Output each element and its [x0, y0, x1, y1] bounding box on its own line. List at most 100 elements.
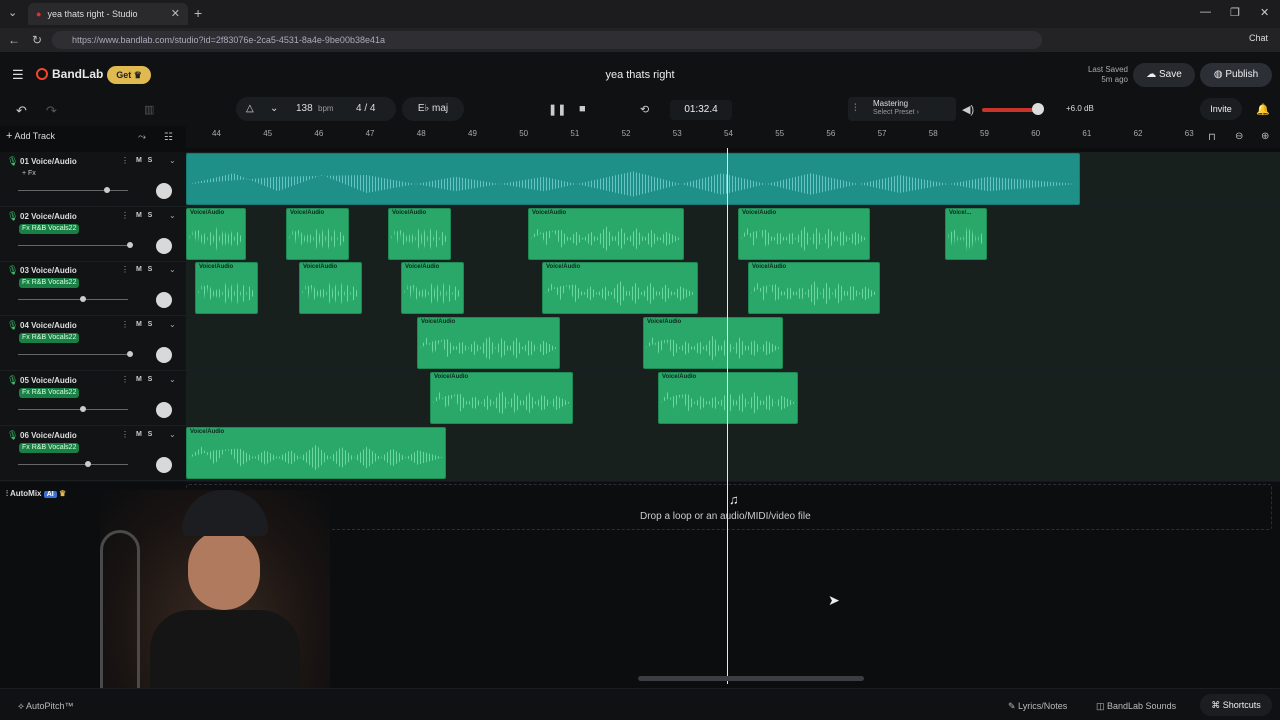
audio-clip[interactable]: Voice/Audio: [738, 207, 870, 260]
audio-clip[interactable]: Voice/Audio: [748, 262, 880, 315]
browser-tab[interactable]: ● yea thats right - Studio ✕: [28, 3, 188, 25]
mute-solo[interactable]: M S: [136, 157, 152, 164]
track-lane[interactable]: Voice/Audio: [186, 425, 1280, 481]
lyrics-notes-button[interactable]: ✎ Lyrics/Notes: [1008, 701, 1067, 712]
track-lane[interactable]: Voice/Audio Voice/Audio Voice/Audio Voice/A…: [186, 206, 1280, 262]
track-volume-knob[interactable]: [80, 296, 86, 303]
url-field[interactable]: https://www.bandlab.com/studio?id=2f8307…: [52, 31, 1042, 49]
key-selector[interactable]: E♭ maj: [402, 97, 464, 121]
tools-icon[interactable]: ⤳: [138, 132, 146, 143]
track-volume-fader[interactable]: [18, 354, 128, 356]
bandlab-logo[interactable]: BandLab: [36, 67, 103, 81]
track-volume-fader[interactable]: [18, 463, 128, 465]
track-expand-icon[interactable]: ⌄: [169, 375, 176, 384]
mute-solo[interactable]: M S: [136, 212, 152, 219]
mute-solo[interactable]: M S: [136, 321, 152, 328]
bandlab-sounds-button[interactable]: ◫ BandLab Sounds: [1096, 701, 1176, 712]
track-volume-fader[interactable]: [18, 244, 128, 246]
snap-icon[interactable]: ⊓: [1208, 132, 1216, 143]
audio-clip[interactable]: Voice/...: [945, 207, 987, 260]
audio-clip[interactable]: Voice/Audio: [528, 207, 684, 260]
audio-clip[interactable]: Voice/Audio: [286, 207, 349, 260]
bell-icon[interactable]: 🔔: [1256, 103, 1270, 116]
zoom-out-icon[interactable]: ⊖: [1235, 131, 1243, 142]
track-pan-knob[interactable]: [156, 292, 172, 309]
track-menu-icon[interactable]: ⋮: [121, 211, 129, 220]
shortcuts-button[interactable]: ⌘ Shortcuts: [1200, 694, 1272, 716]
track-volume-fader[interactable]: [18, 299, 128, 301]
close-tab-icon[interactable]: ✕: [171, 7, 180, 20]
track-volume-knob[interactable]: [127, 351, 133, 358]
track-menu-icon[interactable]: ⋮: [121, 265, 129, 274]
track-name[interactable]: 01 Voice/Audio: [20, 157, 77, 166]
back-icon[interactable]: ←: [8, 33, 20, 47]
timeline-ruler[interactable]: 44 45 46 47 48 49 50 51 52 53 54 55 56 57 58 59 60 61 62 63: [186, 126, 1280, 148]
mastering-button[interactable]: ⫶ Mastering Select Preset ›: [848, 97, 956, 121]
track-lanes[interactable]: Voice/Audio Voice/Audio Voice/Audio Voice/A…: [186, 152, 1280, 482]
track-volume-knob[interactable]: [127, 241, 133, 248]
record-arm-icon[interactable]: 🎙: [7, 265, 18, 276]
mixer-icon[interactable]: ▥: [144, 103, 154, 116]
speaker-icon[interactable]: ◀): [962, 103, 974, 116]
redo-icon[interactable]: ↷: [46, 103, 57, 119]
add-track-button[interactable]: + Add Track: [6, 130, 78, 148]
audio-clip[interactable]: [186, 153, 1080, 205]
maximize-icon[interactable]: ❐: [1230, 6, 1240, 19]
bpm-value[interactable]: 138: [296, 103, 313, 114]
track-name[interactable]: 05 Voice/Audio: [20, 376, 77, 385]
metronome-icon[interactable]: △: [246, 103, 254, 114]
loop-icon[interactable]: ⟲: [640, 103, 649, 116]
track-name[interactable]: 02 Voice/Audio: [20, 212, 77, 221]
time-signature[interactable]: 4 / 4: [356, 103, 375, 114]
record-arm-icon[interactable]: 🎙: [7, 211, 18, 222]
audio-clip[interactable]: Voice/Audio: [401, 262, 464, 315]
track-fx[interactable]: + Fx: [19, 169, 39, 179]
track-volume-knob[interactable]: [104, 187, 110, 193]
record-arm-icon[interactable]: 🎙: [7, 320, 18, 331]
track-fx[interactable]: Fx R&B Vocals22: [19, 442, 80, 453]
audio-clip[interactable]: Voice/Audio: [388, 207, 451, 260]
undo-icon[interactable]: ↶: [16, 103, 27, 119]
track-settings-icon[interactable]: ☷: [164, 132, 173, 143]
playhead[interactable]: [727, 148, 728, 684]
track-pan-knob[interactable]: [156, 237, 172, 254]
stop-icon[interactable]: ■: [579, 103, 586, 115]
tab-list-icon[interactable]: ⌄: [8, 6, 17, 19]
drop-zone[interactable]: [186, 484, 1272, 530]
metronome-menu-icon[interactable]: ⌄: [270, 103, 278, 114]
track-expand-icon[interactable]: ⌄: [169, 211, 176, 220]
track-pan-knob[interactable]: [156, 347, 172, 364]
track-lane[interactable]: Voice/Audio Voice/Audio: [186, 370, 1280, 426]
reload-icon[interactable]: ↻: [32, 33, 42, 47]
publish-button[interactable]: ◍ Publish: [1200, 63, 1272, 87]
audio-clip[interactable]: Voice/Audio: [186, 426, 446, 479]
track-lane[interactable]: Voice/Audio Voice/Audio Voice/Audio Voice/A…: [186, 261, 1280, 317]
audio-clip[interactable]: Voice/Audio: [299, 262, 362, 315]
track-pan-knob[interactable]: [156, 401, 172, 418]
audio-clip[interactable]: Voice/Audio: [542, 262, 698, 315]
pause-icon[interactable]: ❚❚: [548, 103, 566, 116]
track-expand-icon[interactable]: ⌄: [169, 265, 176, 274]
close-window-icon[interactable]: ✕: [1260, 6, 1269, 19]
new-tab-icon[interactable]: +: [194, 5, 202, 21]
track-name[interactable]: 03 Voice/Audio: [20, 266, 77, 275]
track-expand-icon[interactable]: ⌄: [169, 156, 176, 165]
mute-solo[interactable]: M S: [136, 431, 152, 438]
chat-button[interactable]: Chat: [1249, 33, 1268, 43]
track-header[interactable]: 🎙 05 Voice/Audio ⋮ M S ⌄ Fx R&B Vocals22: [0, 371, 186, 426]
horizontal-scrollbar[interactable]: [638, 676, 864, 681]
minimize-icon[interactable]: —: [1200, 6, 1211, 18]
track-fx[interactable]: Fx R&B Vocals22: [19, 333, 80, 344]
track-volume-knob[interactable]: [85, 460, 91, 467]
record-arm-icon[interactable]: 🎙: [7, 156, 18, 167]
audio-clip[interactable]: Voice/Audio: [195, 262, 258, 315]
audio-clip[interactable]: Voice/Audio: [417, 317, 560, 370]
track-lane[interactable]: [186, 152, 1280, 207]
track-header[interactable]: 🎙 01 Voice/Audio ⋮ M S ⌄ + Fx: [0, 152, 186, 207]
mute-solo[interactable]: M S: [136, 266, 152, 273]
audio-clip[interactable]: Voice/Audio: [430, 371, 573, 424]
track-expand-icon[interactable]: ⌄: [169, 430, 176, 439]
track-menu-icon[interactable]: ⋮: [121, 430, 129, 439]
track-header[interactable]: 🎙 03 Voice/Audio ⋮ M S ⌄ Fx R&B Vocals22: [0, 261, 186, 317]
save-button[interactable]: ☁ Save: [1133, 63, 1195, 87]
